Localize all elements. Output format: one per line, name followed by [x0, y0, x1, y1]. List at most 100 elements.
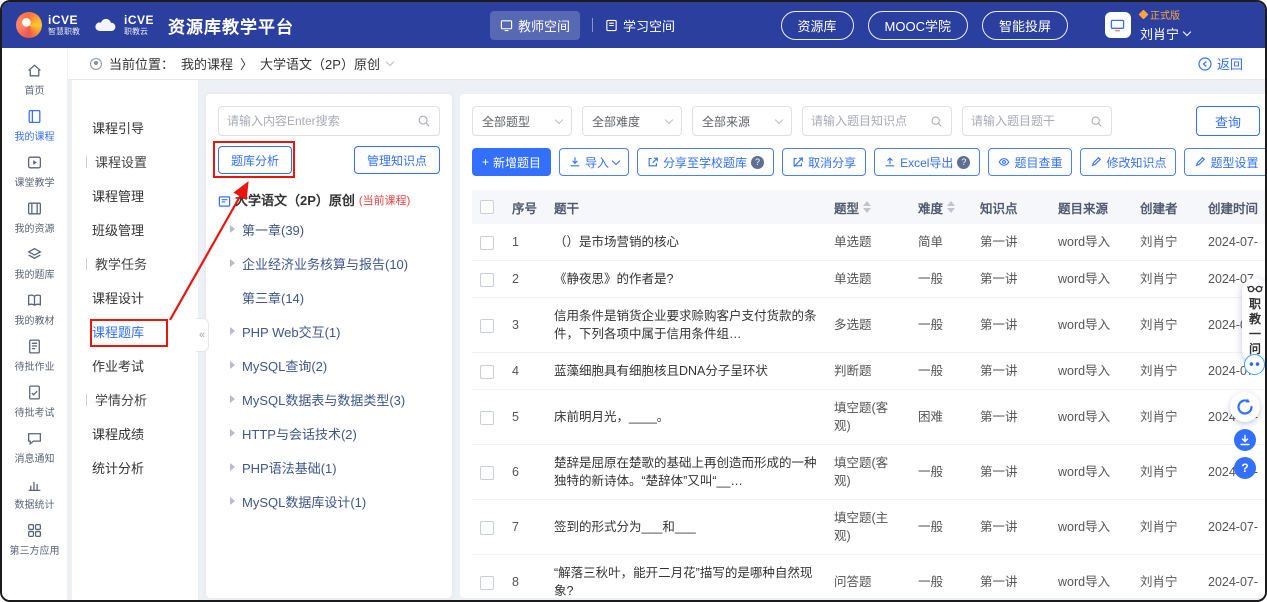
icve-swirl-icon: [16, 12, 42, 38]
search-icon: [417, 114, 431, 128]
help-badge-icon[interactable]: ?: [751, 156, 764, 169]
menu-section-learning-analysis: 学情分析: [72, 384, 198, 418]
tree-node-http-session[interactable]: HTTP与会话技术(2): [218, 416, 440, 450]
logo-secondary-sub: 职教云: [124, 28, 154, 36]
zhijiao-assistant-widget[interactable]: 职教一问: [1242, 278, 1267, 363]
col-difficulty[interactable]: 难度: [910, 190, 972, 224]
icon-rail: 首页 我的课程 课堂教学 我的资源 我的题库 我的教材 待批作业 待批考试: [2, 48, 68, 600]
tree-node-business-accounting[interactable]: 企业经济业务核算与报告(10): [218, 246, 440, 280]
add-question-button[interactable]: + 新增题目: [472, 148, 551, 176]
question-type-settings-button[interactable]: 题型设置: [1184, 148, 1267, 176]
help-float-button[interactable]: ?: [1234, 457, 1256, 479]
row-checkbox[interactable]: [480, 576, 494, 590]
rail-item-my-courses[interactable]: 我的课程: [2, 102, 67, 148]
tree-node-mysql-datatypes[interactable]: MySQL数据表与数据类型(3): [218, 382, 440, 416]
row-checkbox[interactable]: [480, 466, 494, 480]
breadcrumb-separator: 〉: [240, 54, 253, 73]
row-checkbox[interactable]: [480, 236, 494, 250]
row-checkbox[interactable]: [480, 273, 494, 287]
sidebar-collapse-handle[interactable]: «: [196, 318, 209, 352]
table-row: 7 签到的形式分为___和___ 填空题(主观) 一般 第一讲 word导入 刘…: [472, 500, 1267, 555]
menu-item-course-guide[interactable]: 课程引导: [72, 112, 198, 146]
chapter-tree: 大学语文（2P）原创 (当前课程) 第一章(39) 企业经济业务核算与报告(10…: [218, 190, 440, 518]
col-type[interactable]: 题型: [826, 190, 910, 224]
menu-item-course-design[interactable]: 课程设计: [72, 282, 198, 316]
teacher-space-button[interactable]: 教师空间: [490, 11, 580, 40]
menu-item-class-management[interactable]: 班级管理: [72, 214, 198, 248]
icve-zhihuizhijiao-logo[interactable]: iCVE 智慧职教: [16, 12, 80, 38]
caret-right-icon: [230, 429, 235, 437]
breadcrumb-current-course[interactable]: 大学语文（2P）原创: [260, 54, 380, 73]
row-checkbox[interactable]: [480, 319, 494, 333]
course-switch-caret-icon[interactable]: [386, 58, 394, 66]
smart-cast-button[interactable]: 智能投屏: [982, 11, 1068, 40]
edit-knowledge-points-button[interactable]: 修改知识点: [1080, 148, 1176, 176]
share-to-school-bank-button[interactable]: 分享至学校题库 ?: [637, 148, 774, 176]
tree-node-chapter1[interactable]: 第一章(39): [218, 212, 440, 246]
sort-icon[interactable]: [863, 201, 871, 213]
import-button[interactable]: 导入: [559, 148, 629, 176]
tree-node-php-syntax[interactable]: PHP语法基础(1): [218, 450, 440, 484]
caret-right-icon: [230, 463, 235, 471]
download-float-button[interactable]: [1234, 429, 1256, 451]
rail-item-my-textbooks[interactable]: 我的教材: [2, 286, 67, 332]
menu-item-course-management[interactable]: 课程管理: [72, 180, 198, 214]
menu-item-course-grades[interactable]: 课程成绩: [72, 418, 198, 452]
breadcrumb: 当前位置： 我的课程 〉 大学语文（2P）原创 返回: [68, 48, 1265, 80]
logo-primary-name: iCVE: [48, 14, 80, 26]
resource-library-button[interactable]: 资源库: [781, 11, 854, 40]
student-space-button[interactable]: 学习空间: [605, 16, 675, 35]
current-course-badge: (当前课程): [359, 190, 410, 212]
mooc-academy-button[interactable]: MOOC学院: [868, 11, 968, 40]
rail-item-my-question-bank[interactable]: 我的题库: [2, 240, 67, 286]
excel-export-button[interactable]: Excel导出 ?: [874, 148, 980, 176]
duplicate-check-button[interactable]: 题目查重: [988, 148, 1072, 176]
source-select[interactable]: 全部来源: [692, 106, 792, 136]
question-bank-analysis-button[interactable]: 题库分析: [218, 146, 292, 174]
rail-item-classroom[interactable]: 课堂教学: [2, 148, 67, 194]
rail-item-home[interactable]: 首页: [2, 56, 67, 102]
rail-item-exams-to-review[interactable]: 待批考试: [2, 378, 67, 424]
tree-search-input[interactable]: [227, 114, 411, 128]
menu-item-course-question-bank[interactable]: 课程题库: [72, 316, 198, 350]
breadcrumb-my-courses[interactable]: 我的课程: [181, 54, 233, 73]
menu-item-statistics[interactable]: 统计分析: [72, 452, 198, 486]
back-button[interactable]: 返回: [1198, 54, 1243, 73]
question-type-select[interactable]: 全部题型: [472, 106, 572, 136]
icve-zhijiaoyun-logo[interactable]: iCVE 职教云: [94, 14, 154, 36]
user-menu[interactable]: 刘肖宁: [1140, 24, 1190, 43]
table-row: 6 楚辞是屈原在楚歌的基础上再创造而形成的一种独特的新诗体。“楚辞体”又叫“__…: [472, 445, 1267, 500]
rail-item-third-party-apps[interactable]: 第三方应用: [2, 516, 67, 562]
tree-node-mysql-query[interactable]: MySQL查询(2): [218, 348, 440, 382]
col-creator: 创建者: [1132, 190, 1200, 224]
row-checkbox[interactable]: [480, 365, 494, 379]
rail-item-my-resources[interactable]: 我的资源: [2, 194, 67, 240]
stem-input[interactable]: [971, 114, 1086, 128]
table-row: 2 《静夜思》的作者是? 单选题 一般 第一讲 word导入 刘肖宁 2024-…: [472, 261, 1267, 298]
rail-item-messages[interactable]: 消息通知: [2, 424, 67, 470]
question-stem: （）是市场营销的核心: [546, 224, 826, 261]
query-button[interactable]: 查询: [1196, 106, 1260, 136]
cancel-share-button[interactable]: 取消分享: [782, 148, 866, 176]
row-checkbox[interactable]: [480, 521, 494, 535]
manage-knowledge-points-button[interactable]: 管理知识点: [354, 146, 440, 174]
chevron-down-icon: [775, 115, 783, 123]
rail-item-data-stats[interactable]: 数据统计: [2, 470, 67, 516]
row-checkbox[interactable]: [480, 411, 494, 425]
tree-course-root[interactable]: 大学语文（2P）原创 (当前课程): [218, 190, 440, 212]
difficulty-select[interactable]: 全部难度: [582, 106, 682, 136]
assistant-robot-button[interactable]: [1230, 392, 1260, 422]
menu-item-homework-exam[interactable]: 作业考试: [72, 350, 198, 384]
tree-node-php-web[interactable]: PHP Web交互(1): [218, 314, 440, 348]
mascot-robot-icon[interactable]: [1244, 354, 1265, 375]
tree-node-mysql-design[interactable]: MySQL数据库设计(1): [218, 484, 440, 518]
nav-divider: [592, 18, 593, 32]
help-badge-icon[interactable]: ?: [957, 156, 970, 169]
rail-item-homework-to-review[interactable]: 待批作业: [2, 332, 67, 378]
location-icon: [90, 58, 102, 70]
select-all-checkbox[interactable]: [480, 200, 494, 214]
screen-cast-icon[interactable]: [1105, 12, 1131, 38]
sort-icon[interactable]: [947, 201, 955, 213]
tree-node-chapter3[interactable]: 第三章(14): [218, 280, 440, 314]
knowledge-point-input[interactable]: [811, 114, 926, 128]
